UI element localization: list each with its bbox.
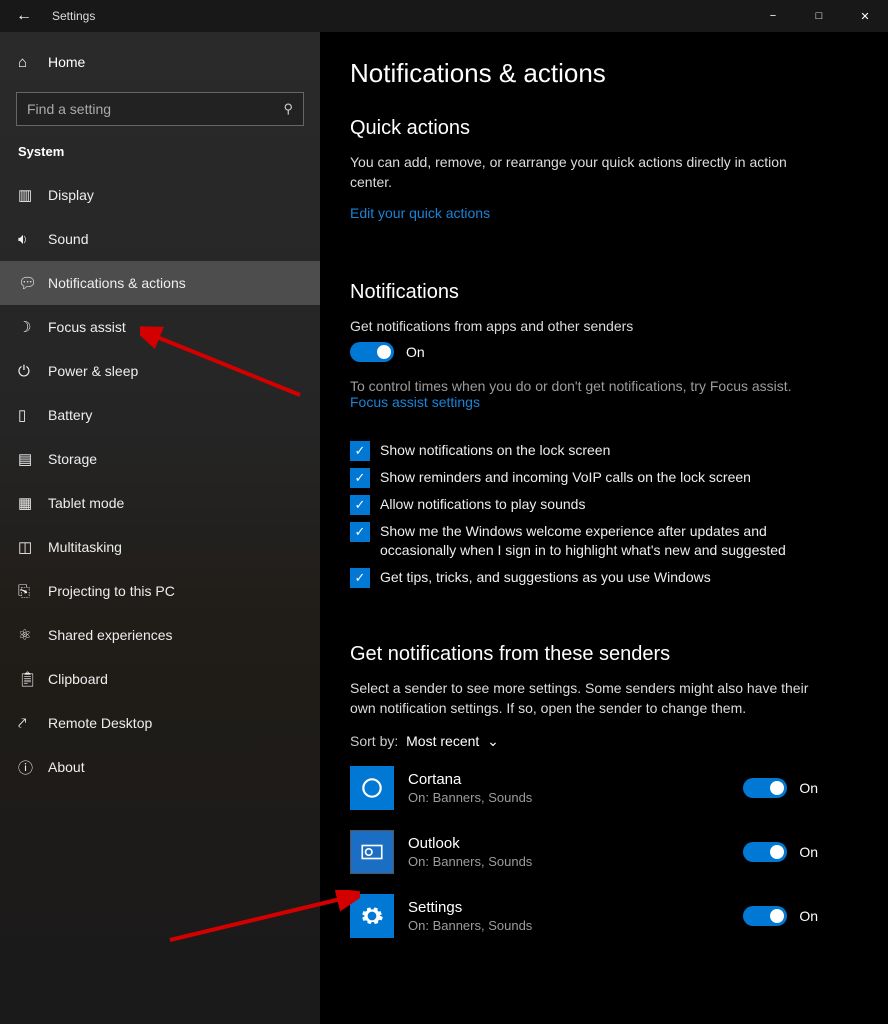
senders-heading: Get notifications from these senders xyxy=(350,643,858,666)
sender-row-settings[interactable]: SettingsOn: Banners, Sounds On xyxy=(350,888,858,952)
about-icon: ⓘ xyxy=(18,757,48,778)
home-label: Home xyxy=(48,54,85,70)
sort-by-dropdown[interactable]: Sort by: Most recent ⌄ xyxy=(350,733,858,750)
sidebar-section-header: System xyxy=(0,138,320,173)
sidebar-item-clipboard[interactable]: 📋︎Clipboard xyxy=(0,657,320,701)
search-icon: ⚲ xyxy=(283,101,293,117)
home-icon: ⌂ xyxy=(18,54,48,71)
notifications-toggle-desc: Get notifications from apps and other se… xyxy=(350,316,810,336)
display-icon: ▥ xyxy=(18,186,48,204)
sidebar: ⌂ Home ⚲ System ▥Display 🔉︎Sound 💬︎Notif… xyxy=(0,32,320,1024)
sidebar-item-remote-desktop[interactable]: ⤤Remote Desktop xyxy=(0,701,320,745)
sidebar-item-focus-assist[interactable]: ☽Focus assist xyxy=(0,305,320,349)
back-button[interactable]: ← xyxy=(0,7,48,25)
cortana-toggle[interactable] xyxy=(743,778,787,798)
settings-app-icon xyxy=(350,894,394,938)
clipboard-icon: 📋︎ xyxy=(18,670,48,688)
remote-icon: ⤤ xyxy=(18,715,48,732)
check-reminders-voip[interactable]: ✓ xyxy=(350,468,370,488)
search-input[interactable] xyxy=(27,101,283,117)
quick-actions-desc: You can add, remove, or rearrange your q… xyxy=(350,152,810,193)
edit-quick-actions-link[interactable]: Edit your quick actions xyxy=(350,205,490,221)
sidebar-item-about[interactable]: ⓘAbout xyxy=(0,745,320,789)
close-button[interactable]: ✕ xyxy=(842,0,888,32)
settings-toggle[interactable] xyxy=(743,906,787,926)
sidebar-item-power-sleep[interactable]: ⏻Power & sleep xyxy=(0,349,320,393)
check-lock-screen[interactable]: ✓ xyxy=(350,441,370,461)
check-play-sounds[interactable]: ✓ xyxy=(350,495,370,515)
quick-actions-heading: Quick actions xyxy=(350,117,858,140)
main-content: Notifications & actions Quick actions Yo… xyxy=(320,32,888,1024)
outlook-toggle[interactable] xyxy=(743,842,787,862)
minimize-button[interactable]: − xyxy=(750,0,796,32)
tablet-icon: ▦ xyxy=(18,494,48,512)
home-nav[interactable]: ⌂ Home xyxy=(0,40,320,84)
cortana-icon xyxy=(350,766,394,810)
battery-icon: ▯ xyxy=(18,406,48,424)
sidebar-item-display[interactable]: ▥Display xyxy=(0,173,320,217)
sidebar-item-shared-experiences[interactable]: ⚛Shared experiences xyxy=(0,613,320,657)
project-icon: ⎘ xyxy=(18,583,48,600)
multitask-icon: ◫ xyxy=(18,538,48,556)
storage-icon: ▤ xyxy=(18,450,48,468)
focus-assist-link[interactable]: Focus assist settings xyxy=(350,394,480,410)
search-box[interactable]: ⚲ xyxy=(16,92,304,126)
titlebar: ← Settings − □ ✕ xyxy=(0,0,888,32)
check-welcome-experience[interactable]: ✓ xyxy=(350,522,370,542)
shared-icon: ⚛ xyxy=(18,626,48,644)
focus-assist-hint: To control times when you do or don't ge… xyxy=(350,378,858,394)
power-icon: ⏻ xyxy=(18,363,48,380)
sidebar-item-projecting[interactable]: ⎘Projecting to this PC xyxy=(0,569,320,613)
sidebar-item-battery[interactable]: ▯Battery xyxy=(0,393,320,437)
sidebar-item-sound[interactable]: 🔉︎Sound xyxy=(0,217,320,261)
outlook-icon xyxy=(350,830,394,874)
sender-row-outlook[interactable]: OutlookOn: Banners, Sounds On xyxy=(350,824,858,888)
senders-desc: Select a sender to see more settings. So… xyxy=(350,678,810,719)
sidebar-item-notifications[interactable]: 💬︎Notifications & actions xyxy=(0,261,320,305)
sidebar-item-multitasking[interactable]: ◫Multitasking xyxy=(0,525,320,569)
check-tips-tricks[interactable]: ✓ xyxy=(350,568,370,588)
notifications-heading: Notifications xyxy=(350,281,858,304)
notifications-icon: 💬︎ xyxy=(18,274,48,292)
window-title: Settings xyxy=(52,9,95,23)
focus-icon: ☽ xyxy=(18,318,48,336)
chevron-down-icon: ⌄ xyxy=(487,733,499,749)
maximize-button[interactable]: □ xyxy=(796,0,842,32)
sidebar-item-tablet-mode[interactable]: ▦Tablet mode xyxy=(0,481,320,525)
sidebar-item-storage[interactable]: ▤Storage xyxy=(0,437,320,481)
notifications-master-toggle[interactable] xyxy=(350,342,394,362)
page-title: Notifications & actions xyxy=(350,58,858,89)
sound-icon: 🔉︎ xyxy=(18,231,48,248)
notifications-master-state: On xyxy=(406,344,425,360)
sender-row-cortana[interactable]: CortanaOn: Banners, Sounds On xyxy=(350,760,858,824)
